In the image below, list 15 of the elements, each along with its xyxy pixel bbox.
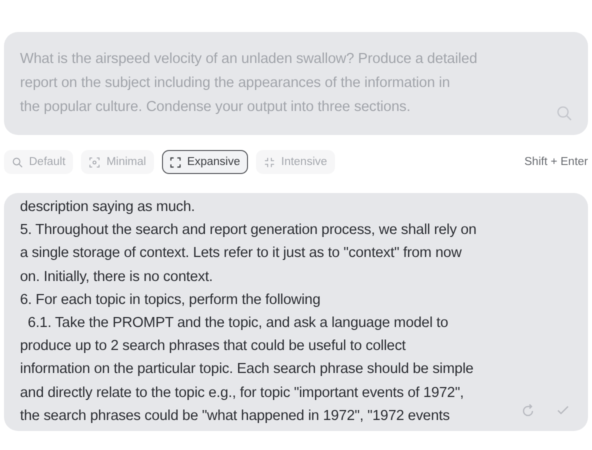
mode-tab[interactable]: Minimal <box>81 150 154 174</box>
expand-icon <box>170 156 182 168</box>
mode-tab[interactable]: Expansive <box>162 150 248 174</box>
refresh-icon[interactable] <box>520 403 536 419</box>
collapse-icon <box>264 156 276 168</box>
search-icon[interactable] <box>556 105 572 121</box>
mode-tab[interactable]: Intensive <box>256 150 336 174</box>
query-text: What is the airspeed velocity of an unladen swallow? Produce a detailed report on the subject including the appearances of the information in the popular culture. Condense your output into three sections. <box>20 50 478 117</box>
mode-tab[interactable]: Default <box>4 150 74 174</box>
focus-icon <box>89 156 100 168</box>
check-icon[interactable] <box>556 403 570 417</box>
query-box[interactable] <box>4 32 588 135</box>
search-icon <box>12 156 23 168</box>
shortcut-hint: Shift + Enter <box>524 156 588 168</box>
response-text: description saying as much. 5. Throughout the search and report generation process, we shall rely on a single storage of context. Lets refer to it just as to "context" from now on. Initially, there is no context. 6. For each topic in topics, perform the following 6.1. Take the PROMPT and the topic, and ask a language model to produce up to 2 search phrases that could be useful to collect information on the particular topic. Each search phrase should be simple and directly relate to the topic e.g., for topic "important events of 1972", the search phrases could be "what happened in 1972", "1972 events <box>20 198 476 426</box>
